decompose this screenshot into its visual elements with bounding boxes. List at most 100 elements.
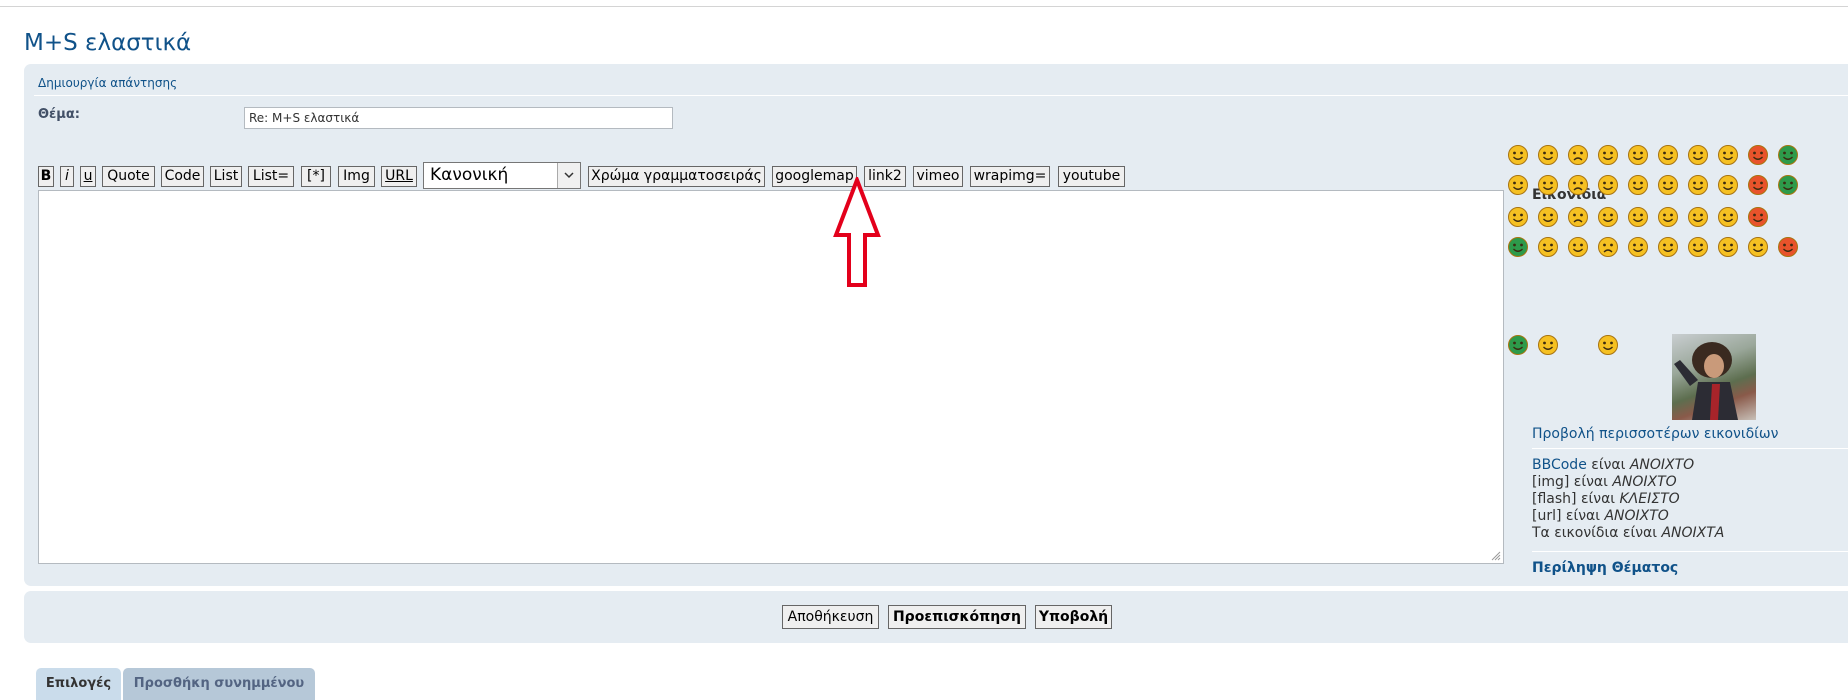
message-textarea[interactable] xyxy=(38,190,1504,564)
smiley-tongue-icon[interactable] xyxy=(1717,174,1739,196)
smiley-laugh-icon[interactable] xyxy=(1657,206,1679,228)
smiley-cool-icon[interactable] xyxy=(1657,236,1679,258)
status-text: είναι xyxy=(1565,508,1600,524)
preview-button[interactable]: Προεπισκόπηση xyxy=(888,605,1026,629)
reply-panel: Δημιουργία απάντησης Θέμα: B i u Quote C… xyxy=(24,64,1848,586)
bbcode-link[interactable]: BBCode xyxy=(1532,457,1587,473)
font-size-select[interactable]: Κανονική xyxy=(423,162,581,189)
smiley-laugh-icon[interactable] xyxy=(1687,236,1709,258)
smiley-red-icon[interactable] xyxy=(1747,206,1769,228)
smiley-eek-icon[interactable] xyxy=(1597,174,1619,196)
smiley-red-icon[interactable] xyxy=(1747,174,1769,196)
smiley-green-icon[interactable] xyxy=(1777,144,1799,166)
smiley-cool-icon[interactable] xyxy=(1627,206,1649,228)
list-numbered-button[interactable]: List= xyxy=(248,166,294,187)
status-value: ΑΝΟΙΧΤΟ xyxy=(1604,508,1669,524)
bold-button[interactable]: B xyxy=(38,166,54,187)
status-text: είναι xyxy=(1591,457,1626,473)
smiley-smile-icon[interactable] xyxy=(1537,174,1559,196)
smiley-tongue-icon[interactable] xyxy=(1747,236,1769,258)
smiley-laugh-icon[interactable] xyxy=(1657,174,1679,196)
underline-button[interactable]: u xyxy=(80,166,96,187)
status-label: Τα εικονίδια xyxy=(1532,525,1619,541)
submit-button[interactable]: Υποβολή xyxy=(1035,605,1112,629)
smiley-green-icon[interactable] xyxy=(1507,334,1529,356)
status-smilies: Τα εικονίδια είναι ΑΝΟΙΧΤΑ xyxy=(1532,525,1724,541)
photo-figure-icon xyxy=(1674,342,1738,420)
status-label: [img] xyxy=(1532,474,1570,490)
smiley-grin-icon[interactable] xyxy=(1507,206,1529,228)
status-bbcode: BBCode είναι ΑΝΟΙΧΤΟ xyxy=(1532,457,1694,473)
status-text: είναι xyxy=(1580,491,1616,507)
smiley-tongue-icon[interactable] xyxy=(1717,206,1739,228)
italic-button[interactable]: i xyxy=(60,166,74,187)
status-img: [img] είναι ΑΝΟΙΧΤΟ xyxy=(1532,474,1677,490)
status-label: [flash] xyxy=(1532,491,1577,507)
smiley-grin-icon[interactable] xyxy=(1507,174,1529,196)
status-value: ΚΛΕΙΣΤΟ xyxy=(1619,491,1680,507)
list-button[interactable]: List xyxy=(210,166,242,187)
smiley-grin-icon[interactable] xyxy=(1537,236,1559,258)
smiley-sad-icon[interactable] xyxy=(1567,174,1589,196)
smiley-mad-icon[interactable] xyxy=(1687,174,1709,196)
code-button[interactable]: Code xyxy=(161,166,204,187)
smiley-green-icon[interactable] xyxy=(1777,174,1799,196)
resize-grip-icon[interactable] xyxy=(1491,551,1501,561)
smiley-mad-icon[interactable] xyxy=(1687,206,1709,228)
status-value: ΑΝΟΙΧΤΟ xyxy=(1612,474,1677,490)
subject-label: Θέμα: xyxy=(38,107,80,122)
vimeo-button[interactable]: vimeo xyxy=(913,166,963,187)
panel-heading: Δημιουργία απάντησης xyxy=(38,76,178,90)
smiley-laugh-icon[interactable] xyxy=(1657,144,1679,166)
more-smilies-link[interactable]: Προβολή περισσοτέρων εικονιδίων xyxy=(1532,426,1778,442)
save-draft-button[interactable]: Αποθήκευση xyxy=(782,605,879,629)
smiley-green-icon[interactable] xyxy=(1507,236,1529,258)
smiley-smile-icon[interactable] xyxy=(1567,236,1589,258)
red-up-arrow-icon xyxy=(833,177,881,287)
quote-button[interactable]: Quote xyxy=(102,166,155,187)
youtube-button[interactable]: youtube xyxy=(1058,166,1125,187)
font-color-button[interactable]: Χρώμα γραμματοσειράς xyxy=(588,166,765,187)
smiley-mad-icon[interactable] xyxy=(1687,144,1709,166)
smiley-eek-icon[interactable] xyxy=(1597,144,1619,166)
smiley-cool-icon[interactable] xyxy=(1627,174,1649,196)
sidebar-divider xyxy=(1532,448,1848,449)
smiley-grin-icon[interactable] xyxy=(1537,334,1559,356)
smiley-sad-icon[interactable] xyxy=(1567,206,1589,228)
top-divider xyxy=(0,6,1848,7)
smiley-red-icon[interactable] xyxy=(1777,236,1799,258)
status-text: είναι xyxy=(1573,474,1608,490)
smiley-smile-icon[interactable] xyxy=(1537,206,1559,228)
smiley-smile-icon[interactable] xyxy=(1597,334,1619,356)
wrapimg-button[interactable]: wrapimg= xyxy=(970,166,1050,187)
smiley-mad-icon[interactable] xyxy=(1717,236,1739,258)
tab-options[interactable]: Επιλογές xyxy=(36,668,121,700)
subject-input[interactable] xyxy=(244,107,673,129)
img-button[interactable]: Img xyxy=(338,166,375,187)
sidebar-divider xyxy=(1532,551,1848,552)
panel-divider xyxy=(34,95,1848,96)
status-url: [url] είναι ΑΝΟΙΧΤΟ xyxy=(1532,508,1669,524)
smiley-photo-image[interactable] xyxy=(1672,334,1756,420)
topic-review-link[interactable]: Περίληψη Θέματος xyxy=(1532,560,1678,576)
url-button[interactable]: URL xyxy=(381,166,417,187)
smiley-eek-icon[interactable] xyxy=(1597,206,1619,228)
smiley-sad-icon[interactable] xyxy=(1567,144,1589,166)
smiley-grin-icon[interactable] xyxy=(1507,144,1529,166)
font-size-value: Κανονική xyxy=(430,165,509,185)
status-text: είναι xyxy=(1622,525,1657,541)
tab-attachments[interactable]: Προσθήκη συνημμένου xyxy=(123,668,315,700)
page-title: M+S ελαστικά xyxy=(24,30,192,56)
status-flash: [flash] είναι ΚΛΕΙΣΤΟ xyxy=(1532,491,1680,507)
smiley-cool-icon[interactable] xyxy=(1627,144,1649,166)
status-value: ΑΝΟΙΧΤΟ xyxy=(1629,457,1695,473)
smiley-smile-icon[interactable] xyxy=(1537,144,1559,166)
smiley-tongue-icon[interactable] xyxy=(1717,144,1739,166)
smiley-eek-icon[interactable] xyxy=(1627,236,1649,258)
submit-panel: Αποθήκευση Προεπισκόπηση Υποβολή xyxy=(24,591,1848,643)
list-item-button[interactable]: [*] xyxy=(301,166,331,187)
smiley-sad-icon[interactable] xyxy=(1597,236,1619,258)
status-label: [url] xyxy=(1532,508,1562,524)
smiley-red-icon[interactable] xyxy=(1747,144,1769,166)
chevron-down-icon xyxy=(557,163,580,188)
